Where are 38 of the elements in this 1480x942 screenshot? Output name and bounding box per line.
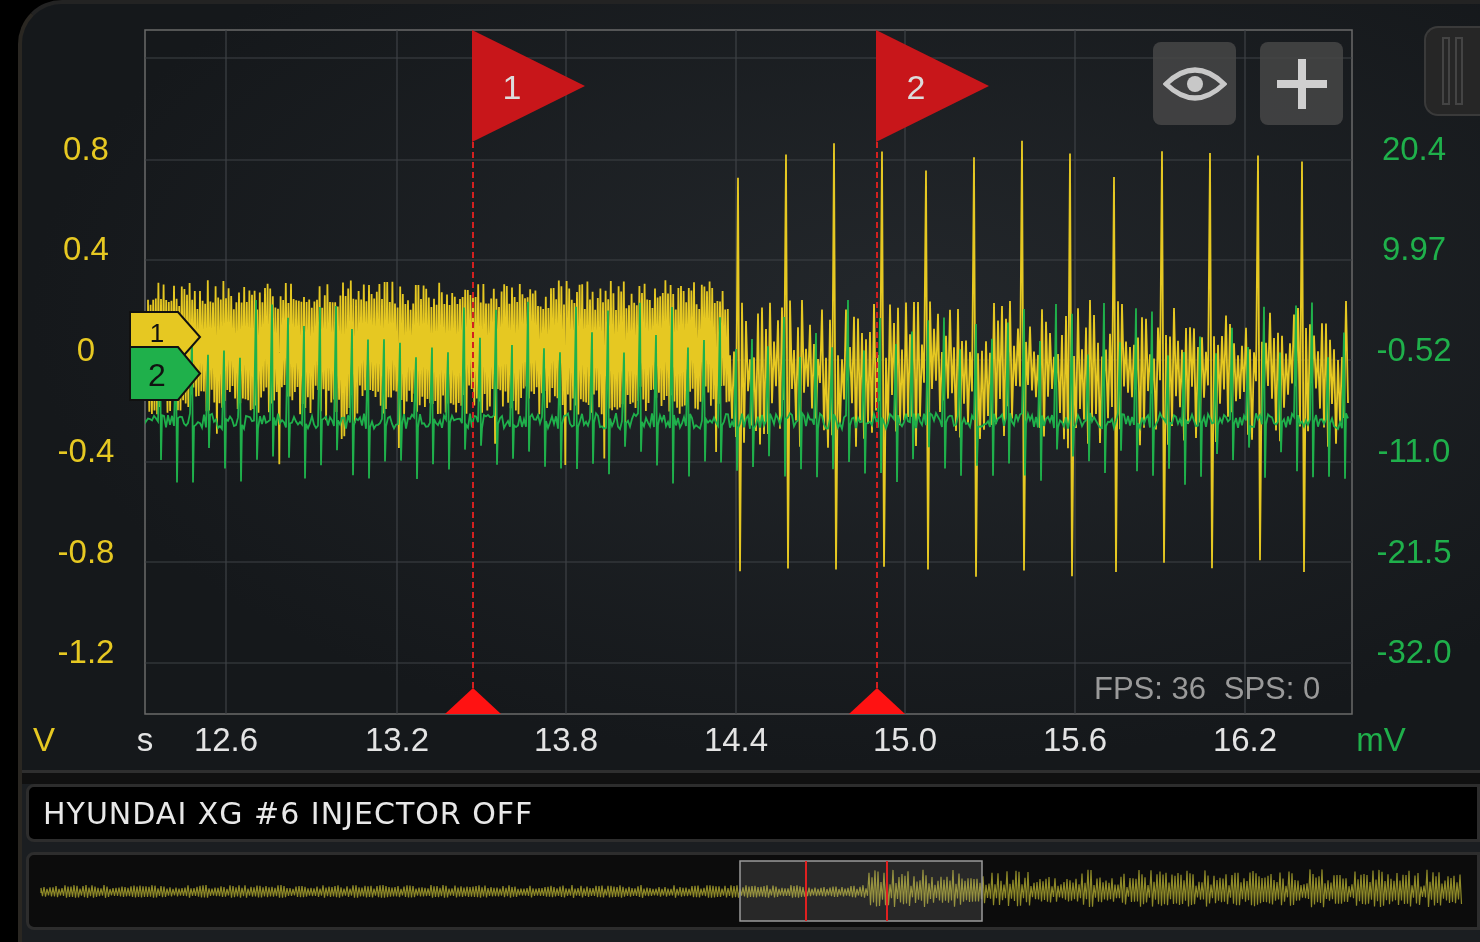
cursor-marker[interactable] — [445, 688, 501, 714]
axis-unit: s — [136, 721, 154, 758]
frame-stat: SPS: 0 — [1223, 671, 1321, 706]
axis-unit: mV — [1356, 721, 1406, 758]
grip-icon — [1440, 36, 1466, 106]
voltage-tick-label: 0 — [76, 331, 96, 368]
visibility-button[interactable] — [1153, 42, 1236, 125]
millivolt-tick-label: -11.0 — [1377, 432, 1451, 469]
time-tick-label: 12.6 — [193, 721, 259, 758]
voltage-tick-label: -0.8 — [57, 533, 115, 570]
voltage-tick-label: 0.4 — [63, 230, 109, 267]
frame-stat: FPS: 36 — [1094, 671, 1206, 706]
millivolt-tick-label: 20.4 — [1381, 130, 1447, 167]
voltage-tick-label: -1.2 — [57, 633, 115, 670]
axis-unit: V — [33, 721, 55, 758]
millivolt-tick-label: -21.5 — [1376, 533, 1452, 570]
cursor-flag[interactable] — [876, 30, 989, 142]
millivolt-tick-label: -0.52 — [1376, 331, 1452, 368]
add-button[interactable] — [1260, 42, 1343, 125]
time-tick-label: 13.2 — [364, 721, 430, 758]
time-tick-label: 16.2 — [1212, 721, 1278, 758]
time-tick-label: 15.6 — [1042, 721, 1108, 758]
millivolt-tick-label: -32.0 — [1376, 633, 1452, 670]
voltage-tick-label: -0.4 — [57, 432, 115, 469]
drawer-handle[interactable] — [1424, 26, 1480, 116]
cursor-flag[interactable] — [472, 30, 585, 142]
cursor-number: 2 — [906, 68, 926, 106]
capture-title: HYUNDAI XG #6 INJECTOR OFF — [26, 784, 1480, 842]
time-tick-label: 13.8 — [533, 721, 599, 758]
cursor-number: 1 — [502, 68, 522, 106]
channel-number: 1 — [149, 318, 165, 348]
cursor-marker[interactable] — [849, 688, 905, 714]
millivolt-tick-label: 9.97 — [1381, 230, 1447, 267]
plus-icon — [1276, 58, 1327, 109]
time-tick-label: 14.4 — [703, 721, 769, 758]
voltage-tick-label: 0.8 — [63, 130, 109, 167]
time-tick-label: 15.0 — [872, 721, 938, 758]
channel-number: 2 — [148, 357, 166, 393]
